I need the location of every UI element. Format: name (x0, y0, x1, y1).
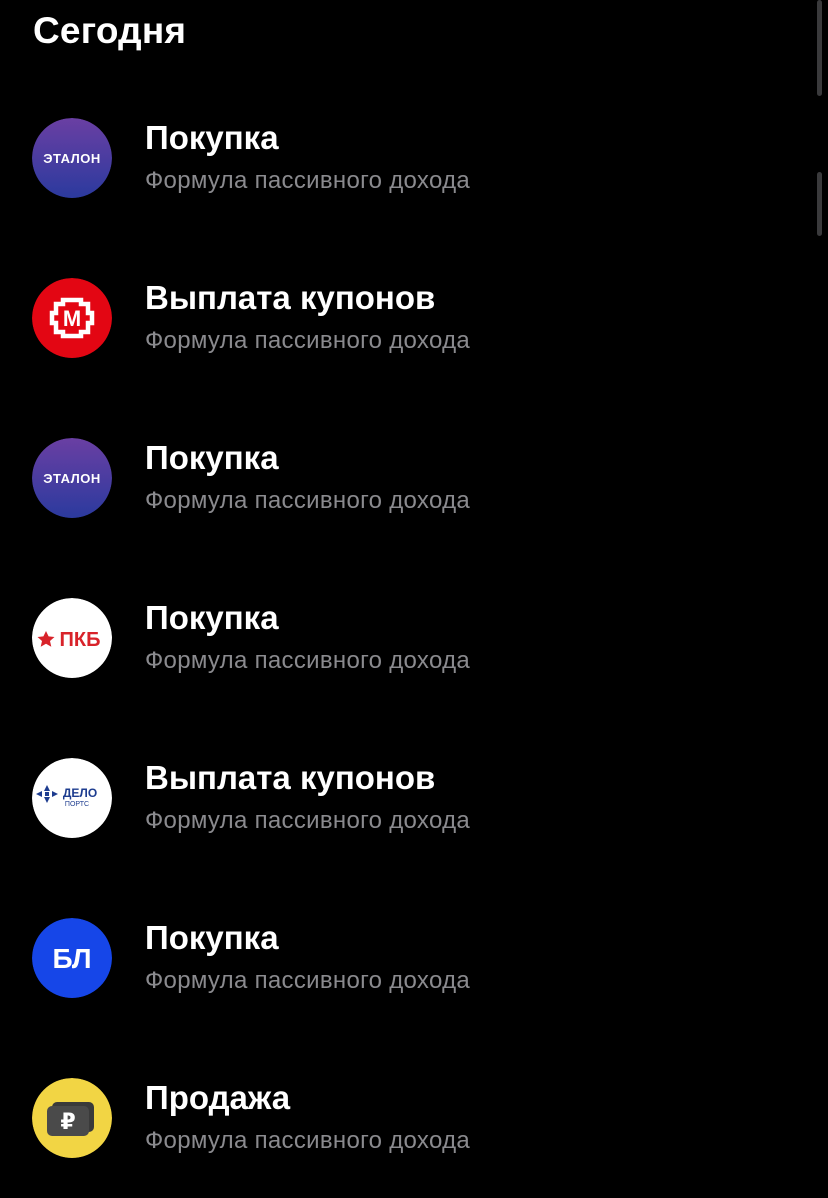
delo-ports-logo-icon: ДЕЛО ПОРТС (32, 758, 112, 838)
bl-logo-icon: БЛ (32, 918, 112, 998)
svg-text:₽: ₽ (60, 1110, 75, 1135)
operation-subtitle: Формула пассивного дохода (145, 967, 471, 994)
svg-text:ПОРТС: ПОРТС (65, 801, 89, 808)
ruble-money-icon: ₽ (32, 1078, 112, 1158)
section-title: Сегодня (33, 10, 187, 51)
operation-row[interactable]: ЭТАЛОН Покупка Формула пассивного дохода (0, 78, 828, 238)
pkb-logo-icon: ПКБ (32, 598, 112, 678)
svg-text:БЛ: БЛ (52, 943, 91, 974)
operation-subtitle: Формула пассивного дохода (145, 1127, 471, 1154)
scrollbar-thumb[interactable] (817, 172, 822, 236)
operation-title: Выплата купонов (145, 759, 436, 796)
operation-title: Покупка (145, 439, 279, 476)
operation-subtitle: Формула пассивного дохода (145, 647, 471, 674)
svg-text:М: М (63, 306, 81, 331)
operation-subtitle: Формула пассивного дохода (145, 167, 471, 194)
operation-row[interactable]: ПКБ Покупка Формула пассивного дохода (0, 558, 828, 718)
operation-title: Продажа (145, 1079, 291, 1116)
operation-row[interactable]: ЭТАЛОН Покупка Формула пассивного дохода (0, 398, 828, 558)
etalon-logo-icon: ЭТАЛОН (32, 438, 112, 518)
operation-row[interactable]: ₽ Продажа Формула пассивного дохода (0, 1038, 828, 1198)
operation-row[interactable]: ДЕЛО ПОРТС Выплата купонов Формула пасси… (0, 718, 828, 878)
operation-title: Покупка (145, 919, 279, 956)
etalon-logo-icon: ЭТАЛОН (32, 118, 112, 198)
operation-subtitle: Формула пассивного дохода (145, 807, 471, 834)
operation-title: Покупка (145, 599, 279, 636)
operation-subtitle: Формула пассивного дохода (145, 487, 471, 514)
scrollbar[interactable] (817, 0, 822, 96)
operation-subtitle: Формула пассивного дохода (145, 327, 471, 354)
operation-row[interactable]: М Выплата купонов Формула пассивного дох… (0, 238, 828, 398)
svg-text:ДЕЛО: ДЕЛО (63, 786, 97, 800)
svg-text:ЭТАЛОН: ЭТАЛОН (43, 471, 101, 486)
svg-text:ПКБ: ПКБ (60, 629, 101, 651)
operation-row[interactable]: БЛ Покупка Формула пассивного дохода (0, 878, 828, 1038)
operation-title: Покупка (145, 119, 279, 156)
magnit-logo-icon: М (32, 278, 112, 358)
svg-text:ЭТАЛОН: ЭТАЛОН (43, 151, 101, 166)
operations-list: ЭТАЛОН Покупка Формула пассивного дохода… (0, 78, 828, 1198)
operation-title: Выплата купонов (145, 279, 436, 316)
